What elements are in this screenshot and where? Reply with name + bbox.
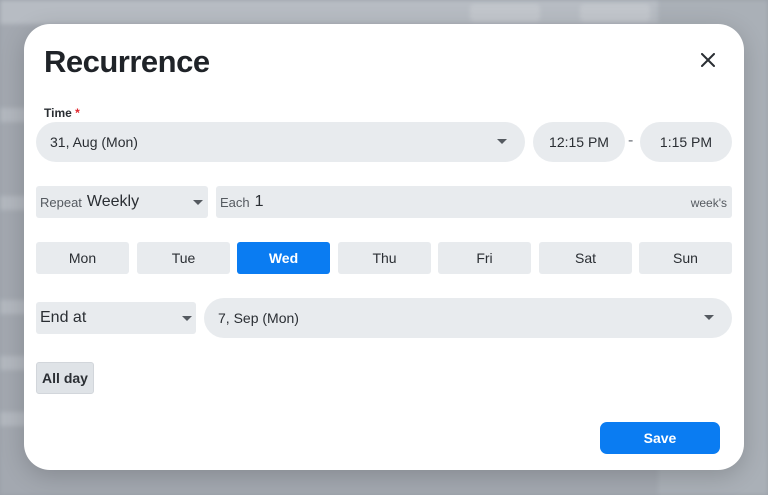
chevron-down-icon [497, 139, 507, 144]
day-toggle-fri[interactable]: Fri [438, 242, 531, 274]
chevron-down-icon [704, 315, 714, 320]
day-toggle-tue[interactable]: Tue [137, 242, 230, 274]
day-toggle-sat[interactable]: Sat [539, 242, 632, 274]
end-time-value: 1:15 PM [659, 134, 713, 150]
start-time-input[interactable]: 12:15 PM [533, 122, 625, 162]
end-date-select[interactable]: 7, Sep (Mon) [204, 298, 732, 338]
day-toggle-thu[interactable]: Thu [338, 242, 431, 274]
background-header [0, 0, 768, 24]
close-button[interactable] [698, 50, 718, 70]
repeat-value: Weekly [86, 193, 140, 210]
time-separator: - [628, 132, 634, 149]
interval-unit: week's [690, 196, 727, 210]
save-button[interactable]: Save [600, 422, 720, 454]
all-day-toggle[interactable]: All day [36, 362, 94, 394]
close-icon [701, 53, 715, 67]
time-label: Time * [44, 106, 80, 120]
day-toggle-mon[interactable]: Mon [36, 242, 129, 274]
start-time-value: 12:15 PM [549, 134, 609, 150]
background-cell [470, 4, 540, 22]
background-cell [580, 4, 650, 22]
start-date-select[interactable]: 31, Aug (Mon) [36, 122, 525, 162]
end-mode-select[interactable]: End at [36, 302, 196, 334]
interval-value: 1 [254, 193, 264, 210]
time-label-text: Time [44, 106, 72, 120]
chevron-down-icon [193, 200, 203, 205]
start-date-value: 31, Aug (Mon) [50, 134, 138, 150]
repeat-select[interactable]: Repeat Weekly [36, 186, 208, 218]
recurrence-dialog: Recurrence Time * 31, Aug (Mon) 12:15 PM… [24, 24, 744, 470]
day-toggle-sun[interactable]: Sun [639, 242, 732, 274]
end-time-input[interactable]: 1:15 PM [640, 122, 732, 162]
interval-label: Each [220, 194, 250, 210]
repeat-label: Repeat [40, 194, 82, 210]
required-marker: * [75, 106, 80, 120]
dialog-title: Recurrence [44, 44, 210, 79]
day-toggle-wed[interactable]: Wed [237, 242, 330, 274]
end-date-value: 7, Sep (Mon) [218, 310, 299, 326]
end-mode-value: End at [40, 309, 87, 326]
interval-input[interactable]: Each 1 week's [216, 186, 732, 218]
chevron-down-icon [182, 316, 192, 321]
